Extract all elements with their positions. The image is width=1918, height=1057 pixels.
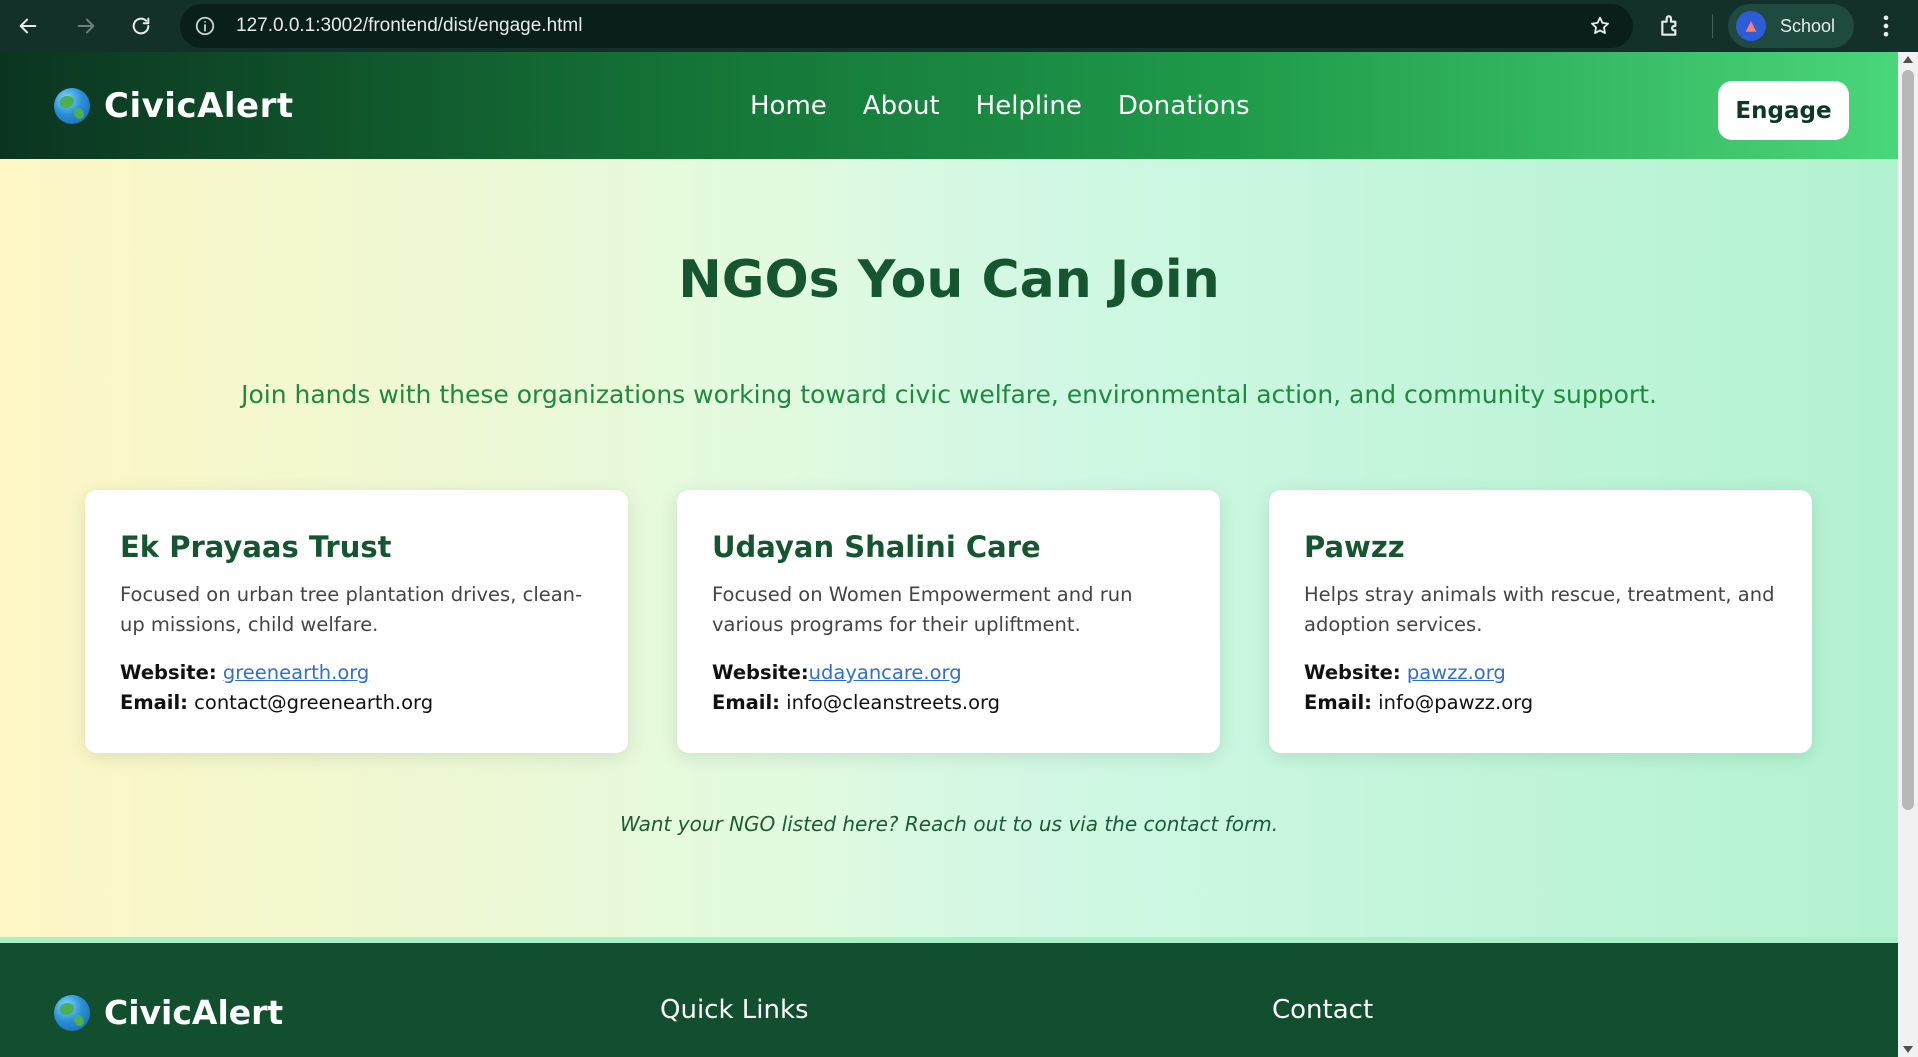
ngo-email: info@pawzz.org [1378,691,1534,714]
bookmark-star-icon[interactable] [1589,15,1611,37]
globe-icon [54,87,90,124]
scroll-up-arrow-icon[interactable] [1903,56,1913,63]
quick-links-heading: Quick Links [660,995,809,1025]
nav-helpline[interactable]: Helpline [976,91,1082,121]
contact-heading: Contact [1272,995,1374,1025]
forward-arrow-icon[interactable] [68,8,104,44]
ngo-card: Pawzz Helps stray animals with rescue, t… [1269,490,1812,753]
ngo-website-row: Website: greenearth.org [120,658,594,688]
profile-label: School [1780,16,1836,36]
footer-brand-name: CivicAlert [104,993,284,1032]
footer-brand: CivicAlert [54,993,283,1032]
nav-about[interactable]: About [863,91,940,121]
browser-toolbar: 127.0.0.1:3002/frontend/dist/engage.html… [0,0,1918,52]
ngo-website-row: Website: pawzz.org [1304,658,1778,688]
ngo-website-link[interactable]: greenearth.org [223,661,369,684]
ngo-email: info@cleanstreets.org [786,691,1001,714]
email-label: Email: [120,691,188,714]
scrollbar-thumb[interactable] [1902,70,1914,810]
page-subtitle: Join hands with these organizations work… [241,380,1657,409]
email-label: Email: [1304,691,1372,714]
site-info-icon[interactable] [194,15,216,37]
main-nav: Home About Helpline Donations [750,52,1286,159]
ngo-website-row: Website:udayancare.org [712,658,1186,688]
ngo-website-link[interactable]: udayancare.org [809,661,962,684]
address-bar[interactable]: 127.0.0.1:3002/frontend/dist/engage.html [180,4,1633,48]
website-label: Website: [712,661,809,684]
brand-logo[interactable]: CivicAlert [54,52,294,159]
scroll-down-arrow-icon[interactable] [1903,1046,1913,1053]
ngo-card: Ek Prayaas Trust Focused on urban tree p… [85,490,628,753]
engage-button[interactable]: Engage [1718,81,1849,140]
extensions-icon[interactable] [1658,13,1684,39]
page-viewport: CivicAlert Home About Helpline Donations… [0,52,1898,1057]
ngo-email-row: Email: info@pawzz.org [1304,688,1778,718]
email-label: Email: [712,691,780,714]
listing-note: Want your NGO listed here? Reach out to … [619,812,1279,836]
page-title: NGOs You Can Join [678,250,1220,310]
menu-kebab-icon[interactable] [1872,12,1900,40]
brand-name: CivicAlert [104,85,294,126]
ngo-description: Focused on urban tree plantation drives,… [120,583,583,636]
nav-donations[interactable]: Donations [1118,91,1250,121]
profile-button[interactable]: ▲ School [1728,4,1854,48]
ngo-email-row: Email: contact@greenearth.org [120,688,594,718]
reload-icon[interactable] [123,8,159,44]
site-footer: CivicAlert Quick Links Contact [0,943,1898,1057]
ngo-email: contact@greenearth.org [194,691,434,714]
ngo-description: Focused on Women Empowerment and run var… [712,583,1133,636]
ngo-email-row: Email: info@cleanstreets.org [712,688,1186,718]
avatar: ▲ [1736,11,1766,41]
toolbar-divider [1712,14,1713,38]
site-header: CivicAlert Home About Helpline Donations… [0,52,1898,159]
page-scrollbar[interactable] [1898,52,1918,1057]
website-label: Website: [1304,661,1401,684]
website-label: Website: [120,661,217,684]
ngo-card: Udayan Shalini Care Focused on Women Emp… [677,490,1220,753]
ngo-name: Ek Prayaas Trust [120,530,392,564]
nav-home[interactable]: Home [750,91,827,121]
globe-icon [54,994,90,1031]
ngo-name: Udayan Shalini Care [712,530,1041,564]
ngo-name: Pawzz [1304,530,1405,564]
back-arrow-icon[interactable] [10,8,46,44]
ngo-description: Helps stray animals with rescue, treatme… [1304,583,1775,636]
ngo-website-link[interactable]: pawzz.org [1407,661,1506,684]
url-text[interactable]: 127.0.0.1:3002/frontend/dist/engage.html [236,4,582,48]
